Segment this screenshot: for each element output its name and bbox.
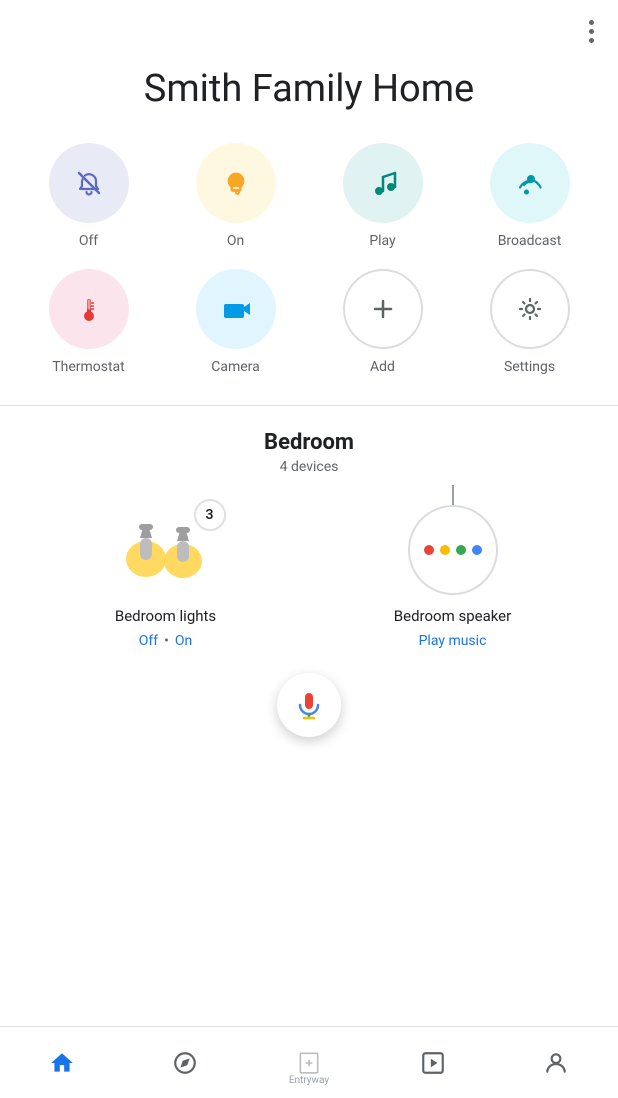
device-badge: 3	[194, 499, 226, 531]
speaker-dot-green	[456, 545, 466, 555]
home-title: Smith Family Home	[0, 47, 618, 143]
microphone-icon	[293, 689, 325, 721]
fab-container	[0, 649, 618, 753]
entryway-nav-label: Entryway	[289, 1075, 329, 1086]
bottom-nav: Entryway	[0, 1026, 618, 1098]
off-label: Off	[79, 233, 98, 249]
action-thermostat[interactable]: Thermostat	[20, 269, 157, 375]
status-off-text[interactable]: Off	[139, 633, 158, 649]
plus-icon	[365, 291, 401, 327]
on-circle	[196, 143, 276, 223]
speaker-dots	[424, 545, 482, 555]
thermostat-circle	[49, 269, 129, 349]
play-label: Play	[369, 233, 395, 249]
on-label: On	[227, 233, 244, 249]
bedroom-lights-status: Off • On	[139, 633, 192, 649]
room-device-count: 4 devices	[20, 459, 598, 475]
nav-entryway[interactable]: Entryway	[247, 1042, 371, 1084]
off-circle	[49, 143, 129, 223]
speaker-circle-icon	[408, 505, 498, 595]
action-broadcast[interactable]: Broadcast	[461, 143, 598, 249]
action-play[interactable]: Play	[314, 143, 451, 249]
room-title: Bedroom	[20, 430, 598, 455]
microphone-fab[interactable]	[277, 673, 341, 737]
bedroom-speaker-icon-wrap	[393, 499, 513, 599]
device-cards: 3 Bedroom lights Off • On	[20, 499, 598, 649]
settings-label: Settings	[504, 359, 555, 375]
thermostat-label: Thermostat	[52, 359, 125, 375]
action-off[interactable]: Off	[20, 143, 157, 249]
section-divider	[0, 405, 618, 406]
play-circle	[343, 143, 423, 223]
speaker-dot-red	[424, 545, 434, 555]
bedroom-lights-icon-wrap: 3	[106, 499, 226, 599]
add-label: Add	[370, 359, 395, 375]
profile-nav-icon	[543, 1050, 569, 1076]
status-on-text[interactable]: On	[175, 633, 192, 649]
broadcast-circle	[490, 143, 570, 223]
nav-home[interactable]	[0, 1042, 124, 1084]
music-play-icon	[365, 165, 401, 201]
thermostat-icon	[71, 291, 107, 327]
nav-media[interactable]	[371, 1042, 495, 1084]
speaker-dot-yellow	[440, 545, 450, 555]
camera-icon	[218, 291, 254, 327]
speaker-dot-blue	[472, 545, 482, 555]
more-options-button[interactable]	[585, 16, 598, 47]
quick-actions-grid: Off On Play	[0, 143, 618, 405]
speaker-play-music[interactable]: Play music	[419, 633, 487, 649]
speaker-wire	[452, 485, 454, 505]
add-circle	[343, 269, 423, 349]
bell-off-icon	[71, 165, 107, 201]
media-nav-icon	[420, 1050, 446, 1076]
broadcast-label: Broadcast	[498, 233, 562, 249]
bedroom-speaker-card[interactable]: Bedroom speaker Play music	[317, 499, 588, 649]
bedroom-speaker-status: Play music	[419, 633, 487, 649]
settings-circle	[490, 269, 570, 349]
bedroom-lights-card[interactable]: 3 Bedroom lights Off • On	[30, 499, 301, 649]
camera-circle	[196, 269, 276, 349]
bedroom-lights-name: Bedroom lights	[115, 607, 216, 625]
broadcast-icon	[512, 165, 548, 201]
bulb-on-icon	[218, 165, 254, 201]
home-nav-icon	[49, 1050, 75, 1076]
action-settings[interactable]: Settings	[461, 269, 598, 375]
gear-icon	[512, 291, 548, 327]
header	[0, 0, 618, 47]
status-dot: •	[164, 633, 169, 649]
action-camera[interactable]: Camera	[167, 269, 304, 375]
action-on[interactable]: On	[167, 143, 304, 249]
bedroom-speaker-name: Bedroom speaker	[394, 607, 511, 625]
entryway-nav-icon	[296, 1050, 322, 1076]
nav-explore[interactable]	[124, 1042, 248, 1084]
action-add[interactable]: Add	[314, 269, 451, 375]
room-section: Bedroom 4 devices 3	[0, 430, 618, 649]
more-dots-icon	[589, 20, 594, 43]
nav-profile[interactable]	[494, 1042, 618, 1084]
camera-label: Camera	[211, 359, 260, 375]
explore-nav-icon	[172, 1050, 198, 1076]
